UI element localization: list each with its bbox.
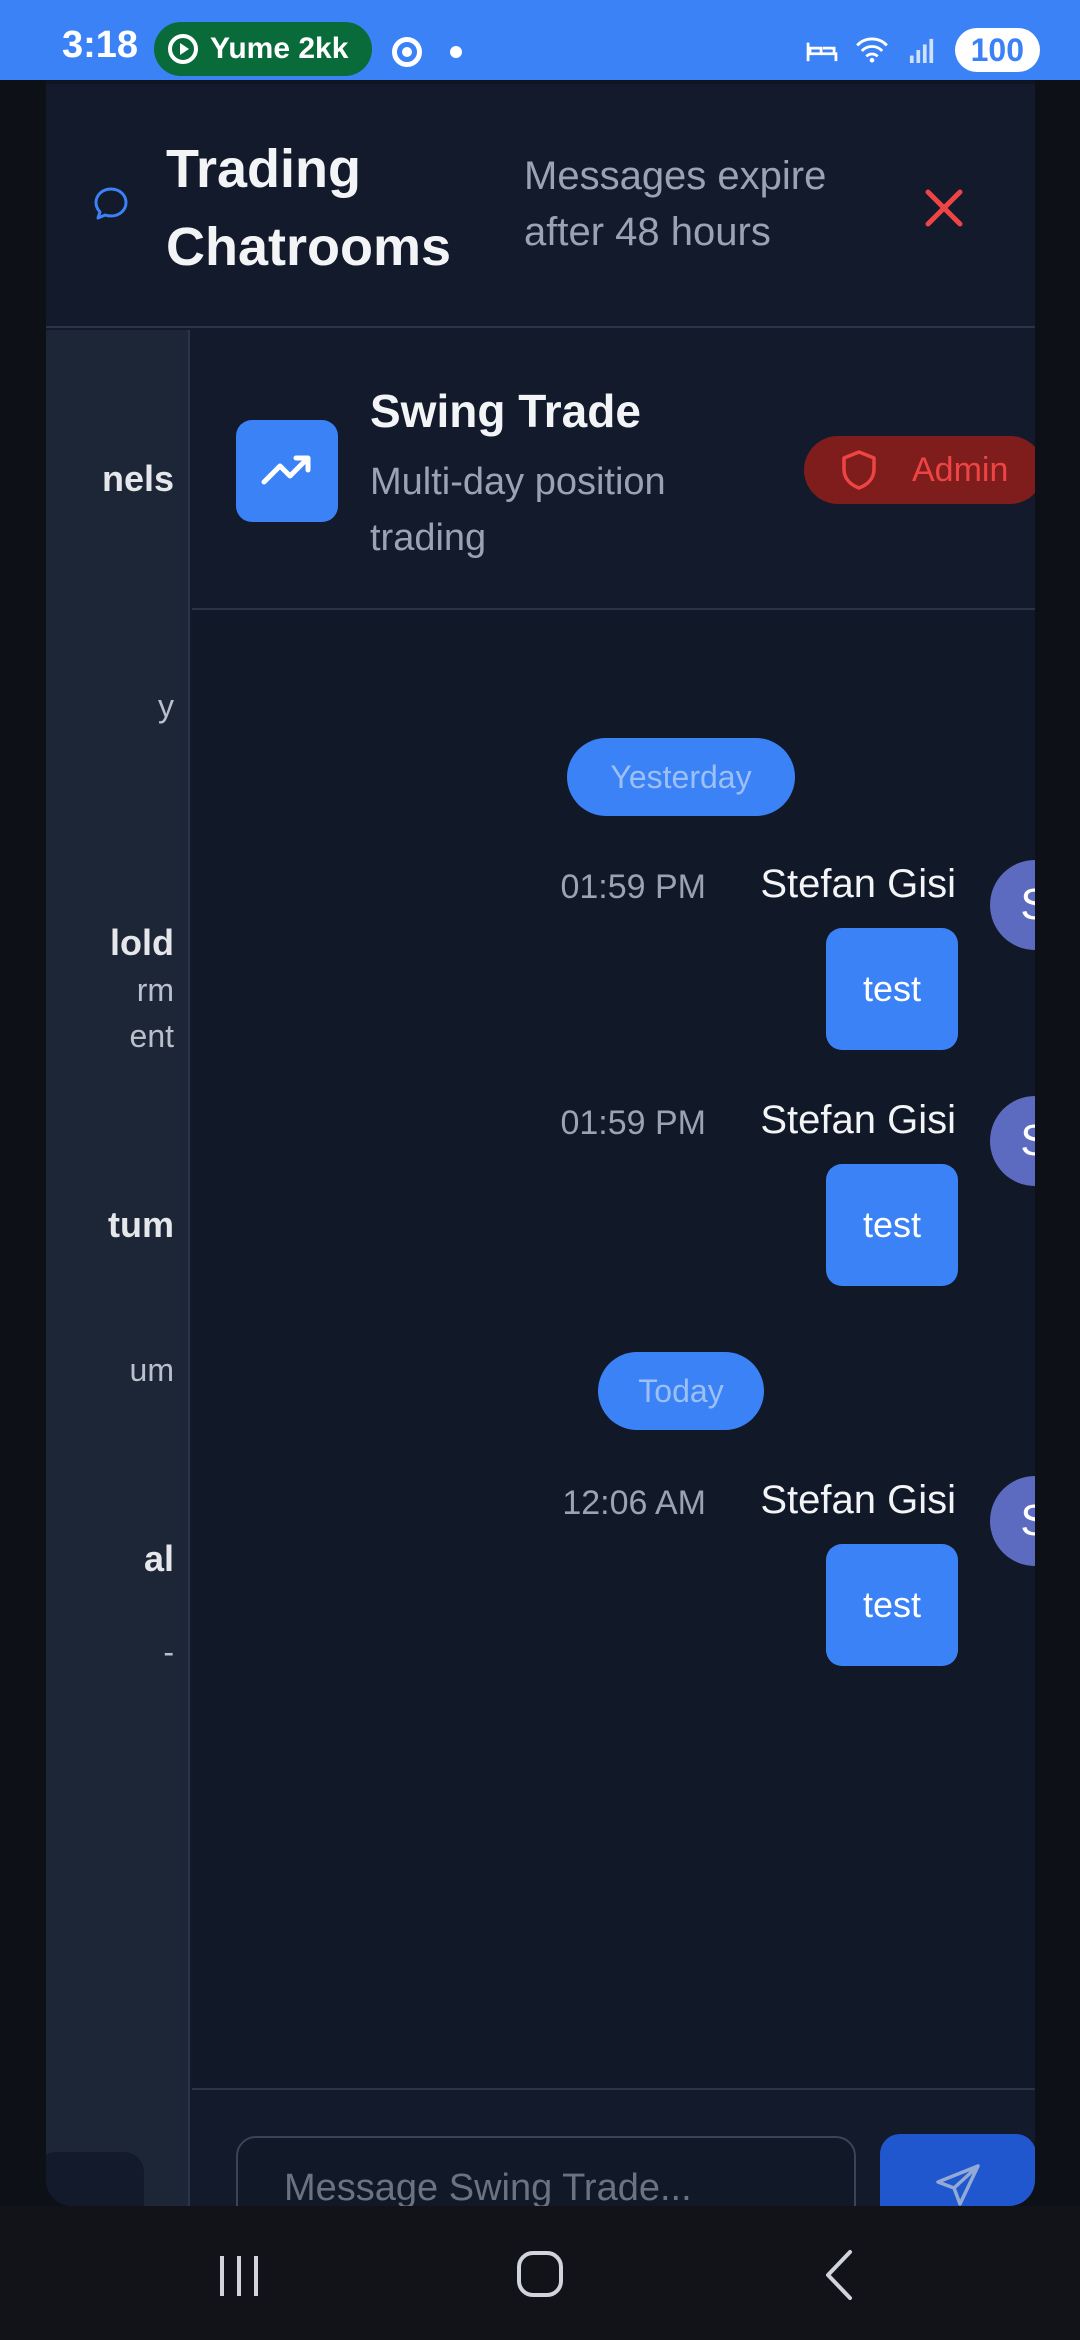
signal-icon <box>909 38 933 63</box>
avatar[interactable]: S <box>990 1096 1035 1186</box>
message-bubble[interactable]: test <box>826 1544 958 1666</box>
channel-header: Swing Trade Multi-day position trading A… <box>192 330 1035 610</box>
message-time: 12:06 AM <box>562 1484 706 1522</box>
sidebar-item-signal[interactable]: al <box>144 1538 174 1580</box>
home-icon[interactable] <box>505 2242 575 2308</box>
message-time: 01:59 PM <box>560 1104 706 1142</box>
message-author: Stefan Gisi <box>760 1478 956 1522</box>
battery-indicator: 100 <box>954 28 1040 72</box>
message-time: 01:59 PM <box>560 868 706 906</box>
admin-badge: Admin <box>804 436 1035 504</box>
expire-note: Messages expire after 48 hours <box>524 154 827 254</box>
sidebar-item-desc: um <box>129 1352 174 1388</box>
avatar[interactable]: S <box>990 860 1035 950</box>
media-label: Yume 2kk <box>210 32 349 65</box>
chrome-icon <box>392 37 422 67</box>
avatar[interactable]: S <box>990 1476 1035 1566</box>
wifi-icon <box>855 37 888 63</box>
channel-sidebar: nels y lold rm ent tum um al - <box>46 330 190 2206</box>
message-bubble[interactable]: test <box>826 1164 958 1286</box>
status-time: 3:18 <box>62 24 139 66</box>
sidebar-item-hold[interactable]: lold <box>110 922 174 964</box>
sidebar-footer-button[interactable] <box>46 2152 144 2206</box>
channel-description: Multi-day position trading <box>370 461 666 559</box>
message-input[interactable] <box>236 2136 856 2206</box>
media-notification-pill[interactable]: Yume 2kk <box>154 22 372 76</box>
message-composer <box>192 2088 1035 2206</box>
sidebar-item-momentum[interactable]: tum <box>108 1204 174 1246</box>
modal-title: Trading Chatrooms <box>166 139 452 277</box>
sidebar-item-channels-heading: nels <box>101 458 174 499</box>
send-icon <box>936 2164 980 2206</box>
channel-name: Swing Trade <box>370 385 641 437</box>
sidebar-item-desc: rm <box>136 972 174 1008</box>
recent-apps-icon[interactable] <box>204 2242 274 2308</box>
message-author: Stefan Gisi <box>760 862 956 906</box>
system-nav-bar <box>0 2206 1080 2340</box>
day-separator: Today <box>598 1352 764 1430</box>
back-icon[interactable] <box>806 2242 876 2308</box>
close-icon[interactable] <box>916 180 972 236</box>
status-bar: 3:18 Yume 2kk 100 <box>0 0 1080 80</box>
play-icon <box>168 34 198 64</box>
shield-icon <box>842 450 876 490</box>
message-bubble[interactable]: test <box>826 928 958 1050</box>
sleep-mode-icon <box>806 42 837 62</box>
sidebar-item-desc: ent <box>129 1018 174 1054</box>
system-icons: 100 <box>805 28 1040 72</box>
chat-bubble-icon <box>94 187 128 220</box>
day-separator: Yesterday <box>567 738 795 816</box>
sidebar-item-desc[interactable]: y <box>158 688 174 725</box>
chatrooms-modal: Trading Chatrooms Messages expire after … <box>46 80 1035 2206</box>
admin-label: Admin <box>912 450 1009 489</box>
modal-header: Trading Chatrooms Messages expire after … <box>46 80 1035 328</box>
battery-level: 100 <box>970 32 1024 68</box>
send-button[interactable] <box>880 2134 1035 2206</box>
message-author: Stefan Gisi <box>760 1098 956 1142</box>
trending-up-icon <box>236 420 338 522</box>
sidebar-item-desc: - <box>163 1634 174 1670</box>
notification-dot <box>450 46 462 58</box>
chat-panel: Swing Trade Multi-day position trading A… <box>192 330 1035 2206</box>
